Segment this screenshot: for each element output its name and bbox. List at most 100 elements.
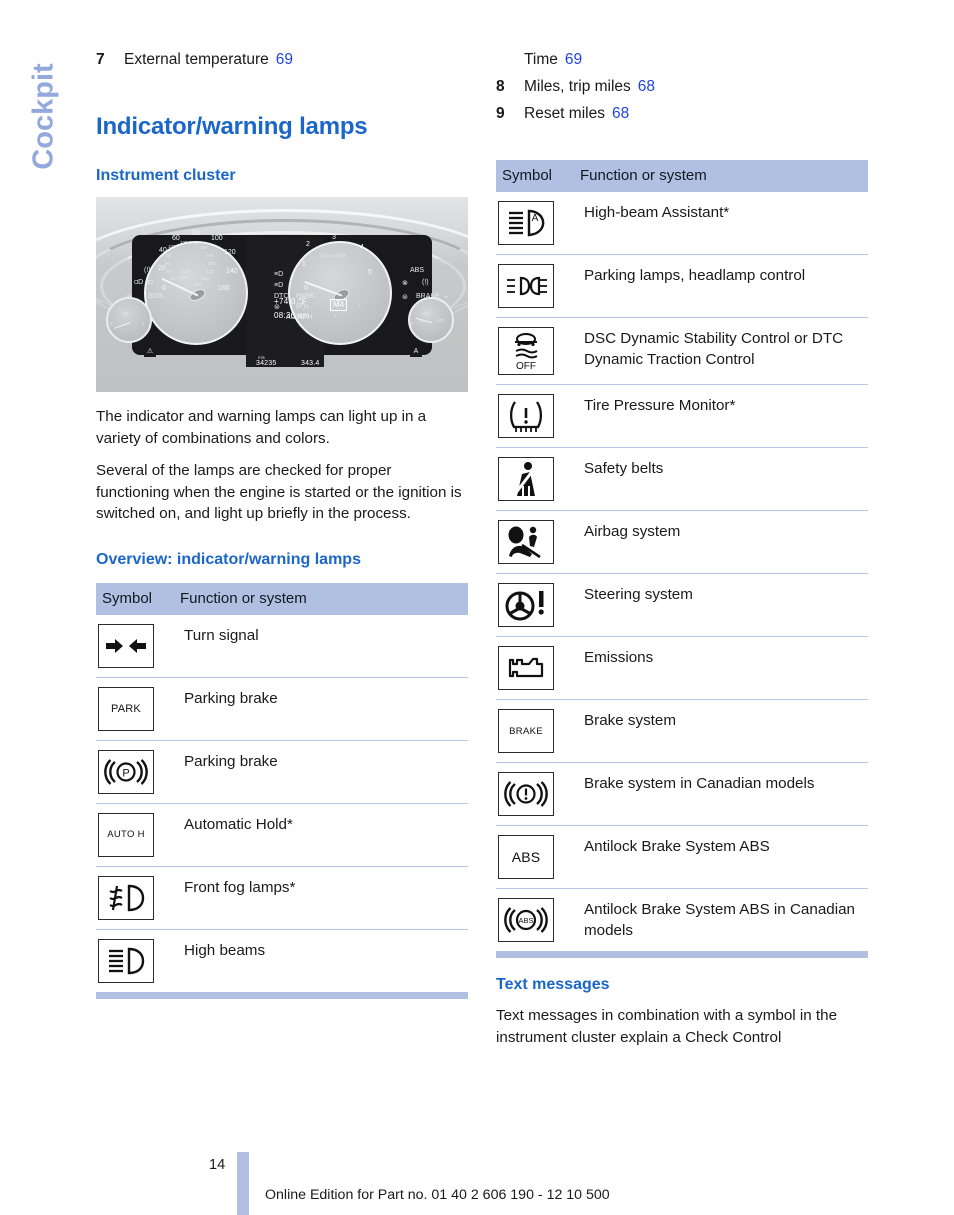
steering-system-glyph [505, 591, 544, 621]
header-function: Function or system [574, 160, 868, 192]
section-title: Indicator/warning lamps [96, 113, 368, 140]
paragraph-lamp-check: Several of the lamps are checked for pro… [96, 462, 462, 522]
airbag-system-icon [498, 520, 554, 564]
header-symbol: Symbol [96, 582, 174, 615]
manual-page: Cockpit 7 External temperature 69 Indicat… [0, 0, 954, 1215]
tach-tick-7: 7 [358, 304, 361, 309]
table-row: Tire Pressure Monitor* [496, 384, 868, 448]
park-text-icon: PARK [98, 686, 154, 731]
symbol-cell [496, 762, 574, 826]
brake-warning-canadian-icon [498, 772, 554, 816]
abs-canadian-icon: ABS [498, 898, 554, 942]
telltale-autoh-icon: AUTO H [286, 314, 313, 321]
temp-label-170: 170 [436, 318, 444, 323]
table-row: PARK Parking brake [96, 677, 468, 741]
abs-text-icon: ABS [498, 835, 554, 879]
function-cell: Antilock Brake System ABS [574, 825, 868, 889]
symbol-cell: P [96, 740, 174, 804]
tach-tick-6: 6 [334, 313, 337, 318]
function-cell: High beams [184, 941, 266, 959]
paragraph-text-messages: Text messages in combination with a symb… [496, 1007, 838, 1046]
table-row: AUTO H Automatic Hold* [96, 803, 468, 867]
telltale-brake-warning-icon: (!) [144, 267, 151, 274]
park-icon-label: PARK [111, 702, 141, 715]
symbol-cell: A [496, 192, 574, 255]
table-row: Brake system in Canadian models [496, 762, 868, 826]
symbol-cell [496, 573, 574, 637]
table-row: A High-beam Assistant* [496, 192, 868, 255]
cluster-badge-right: A [410, 345, 422, 357]
telltale-tpm-icon: (!) [422, 279, 429, 286]
speedo-inner-scale-8: 100 [168, 244, 176, 249]
table-end-bar-left [96, 991, 468, 999]
page-reference[interactable]: 69 [565, 51, 582, 68]
telltale-dsc-icon: ⊜ [274, 304, 280, 311]
tire-pressure-glyph [509, 401, 543, 432]
tach-tick-0: 0 [304, 285, 308, 292]
turn-signal-arrows [106, 638, 146, 653]
tach-tick-2: 2 [306, 241, 310, 248]
header-function: Function or system [174, 582, 468, 615]
tach-unit: 1/min x 1000 [320, 253, 347, 258]
temp-label-unit: °C [418, 318, 424, 323]
function-cell: Airbag system [574, 510, 868, 574]
speedo-tick-60: 60 [172, 235, 180, 242]
page-number: 14 [209, 1157, 226, 1173]
telltale-brake-label: BRAKE [416, 293, 440, 300]
speedo-inner-scale-10: 60 [165, 261, 171, 266]
symbol-cell: ABS [496, 889, 574, 952]
symbol-cell [496, 254, 574, 318]
instrument-cluster-illustration: 0 20 40 60 80 100 120 140 160 mph km/h 1… [96, 197, 468, 392]
speedo-inner-scale-11: 40 [166, 269, 172, 274]
turn-signal-icon [98, 623, 154, 668]
legend-item-9: 9 Reset miles 68 [496, 100, 868, 127]
speedo-tick-20: 20 [158, 265, 166, 272]
parking-brake-p-glyph: P [104, 758, 148, 785]
function-cell: Brake system in Canadian models [574, 762, 868, 826]
telltale-p-icon: (P) [296, 303, 306, 310]
fuel-gauge [106, 297, 152, 343]
symbol-cell [496, 384, 574, 448]
page-reference[interactable]: 69 [276, 51, 293, 68]
footer-accent-bar [237, 1152, 249, 1215]
symbol-cell [96, 614, 174, 678]
subheading-instrument-cluster: Instrument cluster [96, 167, 236, 184]
legend-number: 8 [496, 78, 505, 95]
gear-indicator: M4 [330, 299, 348, 311]
function-cell: DSC Dynamic Stability Control or DTC Dyn… [574, 317, 868, 385]
telltale-dscoff-icon: ⊜ [402, 294, 408, 301]
airbag-system-glyph [508, 526, 541, 559]
speedo-inner-scale-12: 20 [170, 276, 176, 281]
brake-text-icon: BRAKE [498, 709, 554, 753]
page-reference[interactable]: 68 [612, 105, 629, 122]
function-cell: Turn signal [174, 614, 468, 678]
function-cell: High-beam Assistant* [574, 192, 868, 255]
speedo-inner-scale-5: 220 [206, 269, 214, 274]
table-row: High beams [96, 929, 468, 992]
dsc-dtc-off-icon: OFF [498, 327, 554, 375]
speedo-inner-scale-4: 200 [208, 261, 216, 266]
telltale-dtc-icon: DTC [274, 293, 289, 300]
parking-lamps-icon [498, 264, 554, 308]
symbol-cell: ABS [496, 825, 574, 889]
front-fog-lamp-glyph [109, 884, 145, 911]
symbol-cell: PARK [96, 677, 174, 741]
legend-label: Miles, trip miles 68 [524, 78, 656, 95]
function-cell: Front fog lamps* [174, 866, 468, 930]
abs-icon-label: ABS [511, 849, 541, 865]
abs-canadian-glyph: ABS [504, 907, 548, 933]
table-header-row: Symbol Function or system [496, 160, 868, 192]
header-symbol: Symbol [496, 160, 574, 192]
odometer-display: 34235 [256, 360, 277, 367]
function-cell: Steering system [574, 573, 868, 637]
chapter-tab: Cockpit [14, 30, 74, 230]
speedo-tick-0: 0 [162, 285, 166, 292]
page-reference[interactable]: 68 [638, 78, 655, 95]
function-cell: Parking brake [174, 677, 468, 741]
legend-number [496, 46, 524, 73]
speedo-tick-80: 80 [192, 230, 200, 237]
tach-tick-3: 3 [332, 234, 336, 241]
telltale-oil-icon: ⌁ [444, 294, 449, 301]
speedo-inner-scale-9: 80 [166, 253, 172, 258]
paragraph-indicator-lamps: The indicator and warning lamps can ligh… [96, 408, 427, 447]
